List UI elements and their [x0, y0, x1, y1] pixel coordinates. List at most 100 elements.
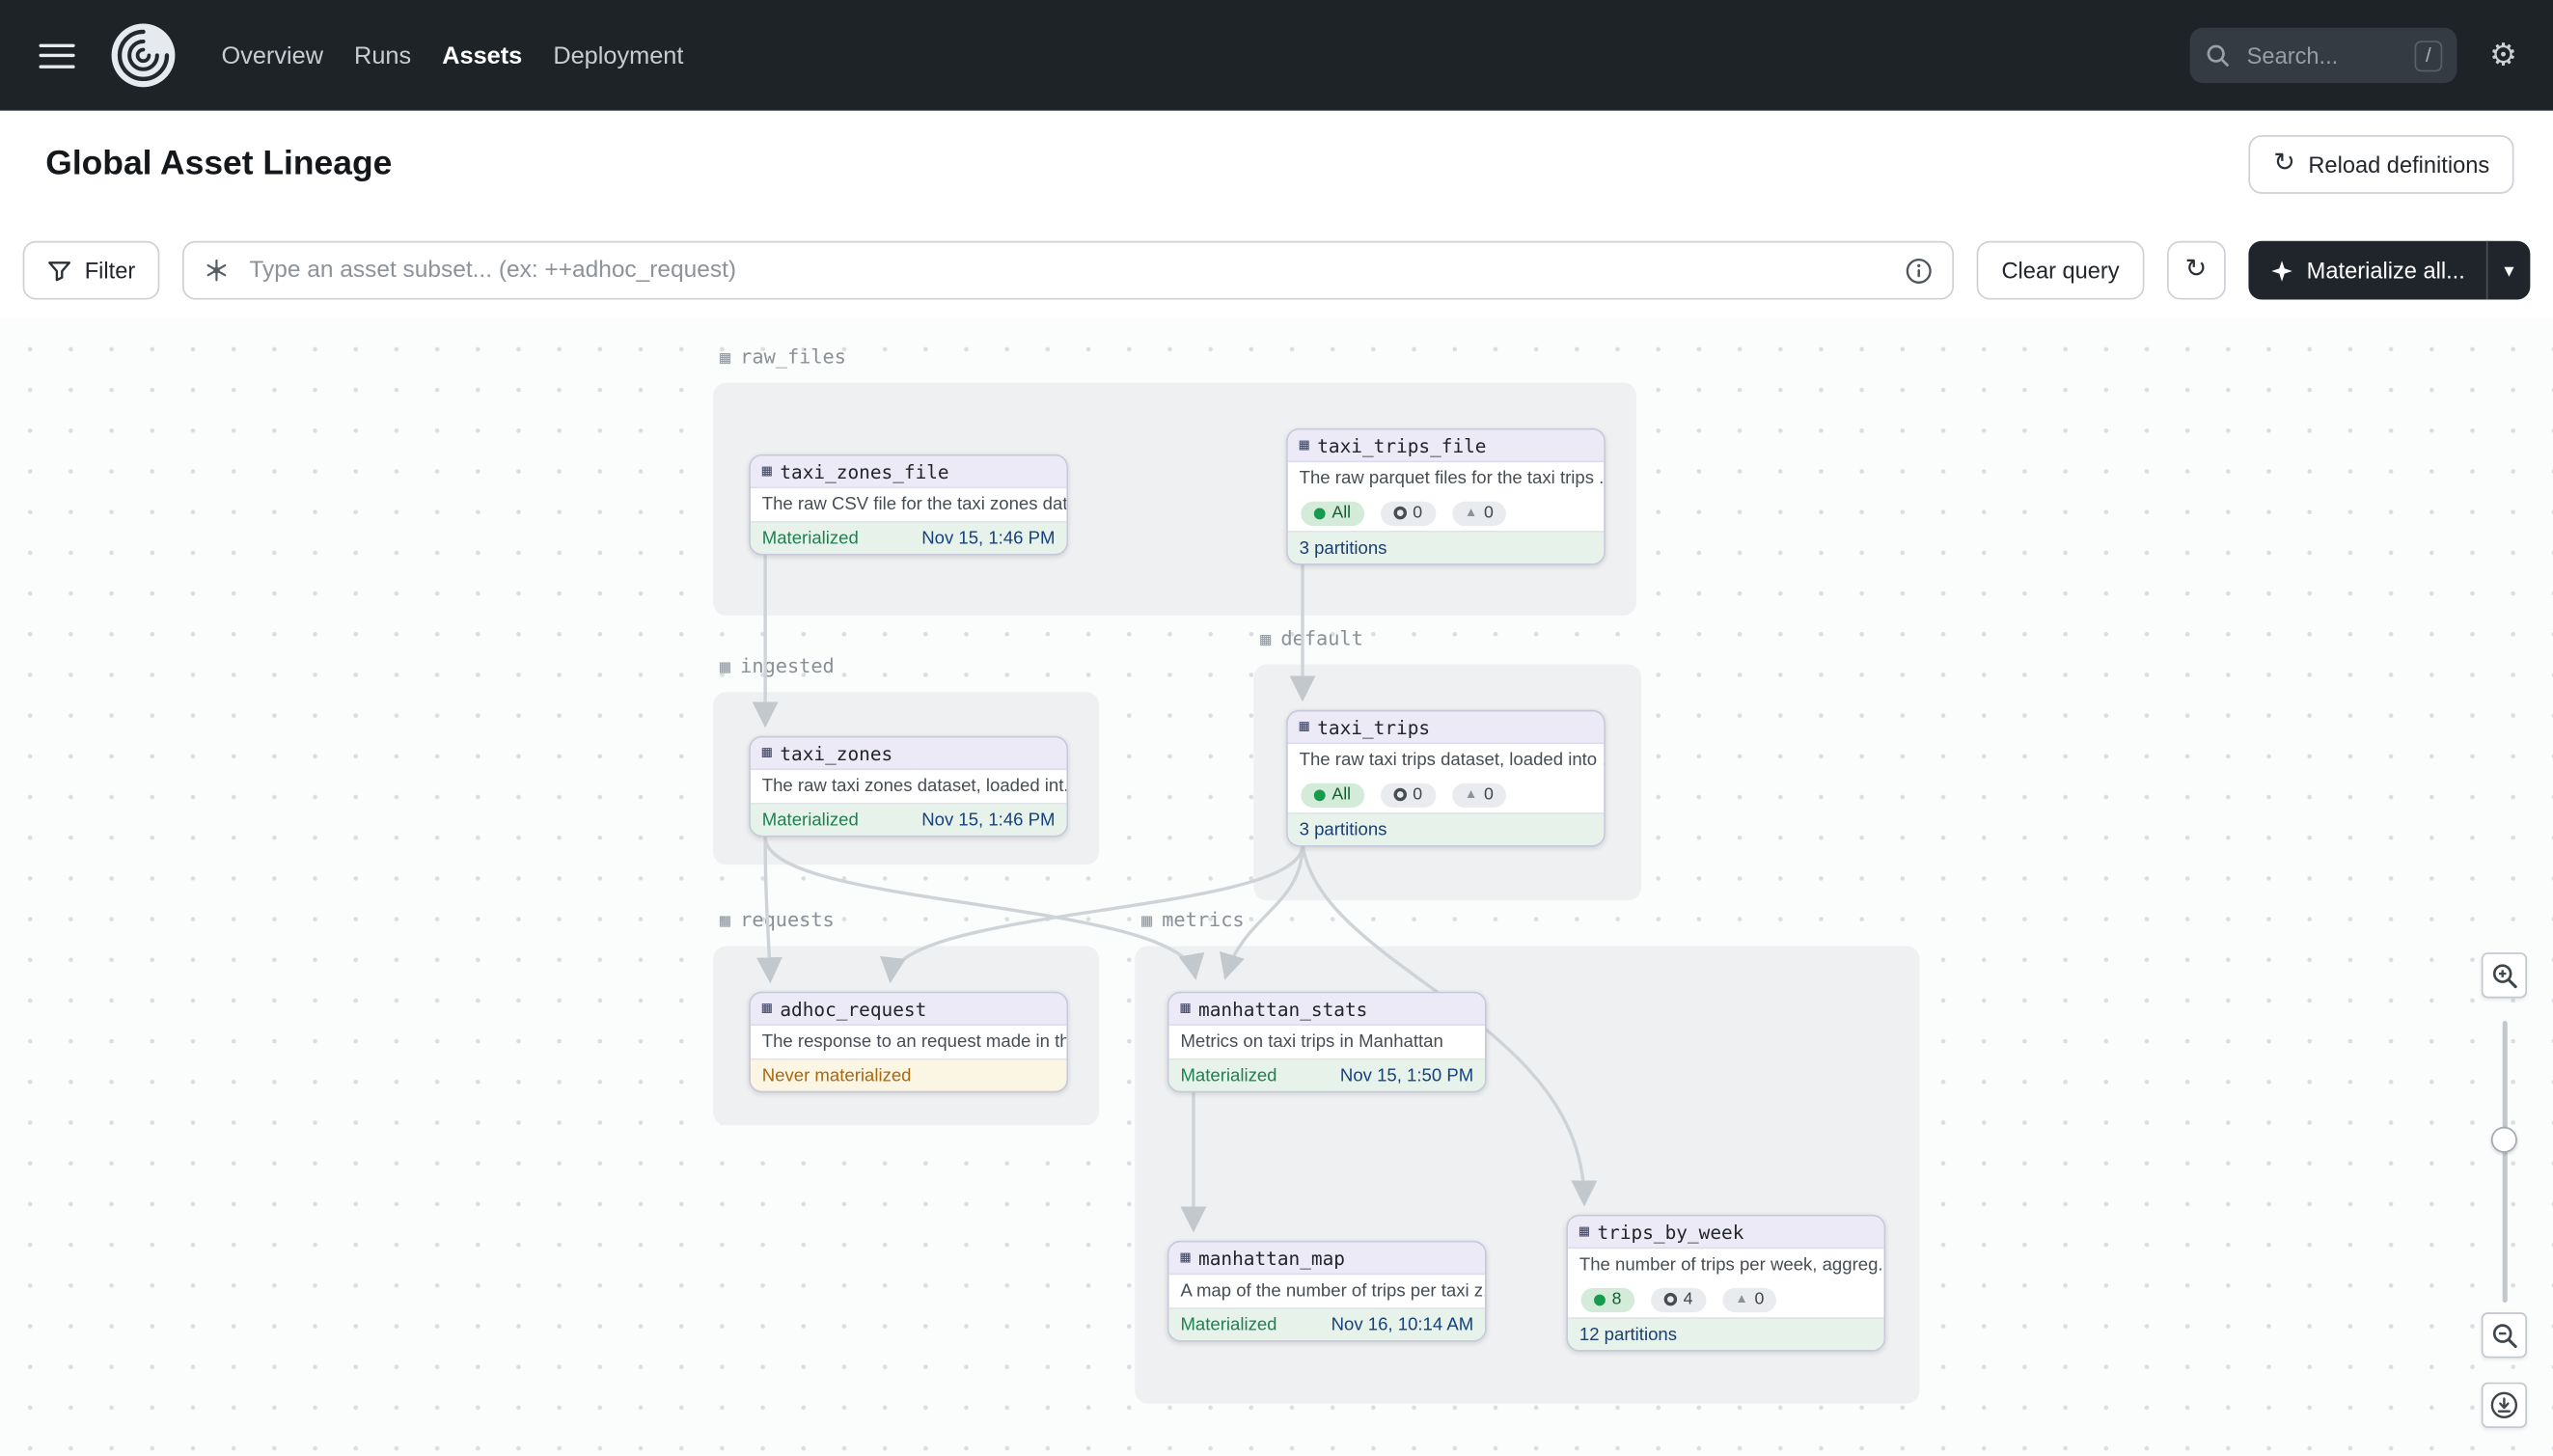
missing-triangle-icon: ▲	[1465, 507, 1477, 520]
asset-node-taxi-trips[interactable]: ▦ taxi_trips The raw taxi trips dataset,…	[1286, 710, 1606, 847]
asset-node-header: ▦ manhattan_stats	[1169, 993, 1485, 1026]
info-icon[interactable]	[1906, 257, 1934, 285]
failed-ring-icon	[1393, 507, 1407, 520]
asset-description: The raw taxi zones dataset, loaded int..…	[751, 770, 1066, 803]
clear-query-button[interactable]: Clear query	[1977, 241, 2144, 300]
failed-partitions-pill[interactable]: 0	[1380, 783, 1435, 807]
asset-description: The response to an request made in th...	[751, 1026, 1066, 1058]
zoom-slider[interactable]	[2482, 1021, 2527, 1303]
group-label-ingested: ▦ ingested	[720, 651, 835, 680]
group-name: metrics	[1162, 909, 1244, 932]
materialized-partitions-pill[interactable]: 8	[1581, 1287, 1634, 1311]
asset-node-header: ▦ taxi_zones_file	[751, 456, 1066, 489]
missing-partitions-pill[interactable]: ▲0	[1451, 501, 1506, 525]
asset-name: taxi_trips_file	[1317, 434, 1486, 457]
asset-status-footer: Never materialized	[751, 1058, 1066, 1091]
failed-ring-icon	[1393, 788, 1407, 802]
partitions-count: 3 partitions	[1300, 820, 1387, 839]
group-grid-icon: ▦	[720, 347, 730, 366]
settings-gear-icon[interactable]: ⚙	[2489, 40, 2517, 70]
never-materialized-status: Never materialized	[762, 1065, 912, 1085]
asset-description: The raw taxi trips dataset, loaded into …	[1288, 744, 1604, 777]
group-grid-icon: ▦	[1260, 629, 1271, 647]
materialized-status: Materialized	[762, 810, 859, 830]
asset-node-header: ▦ taxi_zones	[751, 737, 1066, 770]
page-title: Global Asset Lineage	[45, 145, 392, 184]
group-label-metrics: ▦ metrics	[1141, 905, 1245, 934]
nav-deployment[interactable]: Deployment	[553, 41, 683, 69]
menu-icon[interactable]	[40, 43, 75, 68]
asset-status-footer: Materialized Nov 16, 10:14 AM	[1169, 1307, 1485, 1340]
nav-left: Overview Runs Assets Deployment	[40, 23, 684, 89]
materialized-status: Materialized	[1180, 1065, 1276, 1085]
reload-definitions-label: Reload definitions	[2308, 151, 2489, 178]
table-icon: ▦	[1180, 1250, 1190, 1266]
missing-triangle-icon: ▲	[1465, 788, 1477, 802]
materialize-all-label: Materialize all...	[2307, 258, 2465, 284]
reload-icon: ↻	[2273, 151, 2295, 178]
asset-node-manhattan-map[interactable]: ▦ manhattan_map A map of the number of t…	[1167, 1241, 1487, 1342]
materialized-timestamp[interactable]: Nov 15, 1:50 PM	[1340, 1065, 1473, 1085]
asset-name: taxi_trips	[1317, 716, 1430, 739]
asset-status-footer: Materialized Nov 15, 1:46 PM	[751, 521, 1066, 554]
pill-value: 0	[1484, 503, 1494, 522]
zoom-slider-handle[interactable]	[2491, 1127, 2517, 1153]
asset-query-field[interactable]	[182, 241, 1954, 300]
materialized-timestamp[interactable]: Nov 16, 10:14 AM	[1331, 1315, 1474, 1334]
table-icon: ▦	[762, 1001, 772, 1017]
materialized-timestamp[interactable]: Nov 15, 1:46 PM	[921, 529, 1055, 548]
filter-button[interactable]: Filter	[23, 241, 160, 300]
asset-node-taxi-zones[interactable]: ▦ taxi_zones The raw taxi zones dataset,…	[749, 736, 1068, 838]
failed-partitions-pill[interactable]: 4	[1651, 1287, 1706, 1311]
zoom-out-button[interactable]	[2482, 1312, 2527, 1358]
asset-description: Metrics on taxi trips in Manhattan	[1169, 1026, 1485, 1058]
nav-overview[interactable]: Overview	[222, 41, 323, 69]
materialized-timestamp[interactable]: Nov 15, 1:46 PM	[921, 810, 1055, 830]
lineage-canvas[interactable]: ▦ raw_files ▦ ingested ▦ default ▦ reque…	[0, 319, 2553, 1456]
group-label-requests: ▦ requests	[720, 905, 835, 934]
search-icon	[2205, 42, 2231, 69]
asset-name: manhattan_stats	[1198, 998, 1367, 1021]
asset-node-trips-by-week[interactable]: ▦ trips_by_week The number of trips per …	[1566, 1215, 1885, 1352]
asset-status-footer: 12 partitions	[1568, 1317, 1883, 1350]
nav-runs[interactable]: Runs	[354, 41, 411, 69]
download-graph-button[interactable]	[2482, 1383, 2527, 1428]
materialize-all-button[interactable]: Materialize all... ▾	[2248, 241, 2530, 300]
asset-name: manhattan_map	[1198, 1247, 1345, 1270]
pill-value: 0	[1484, 784, 1494, 804]
partition-health-row: 8 4 ▲0	[1568, 1281, 1883, 1317]
asset-node-manhattan-stats[interactable]: ▦ manhattan_stats Metrics on taxi trips …	[1167, 992, 1487, 1093]
dagster-logo-icon	[111, 23, 177, 89]
refresh-button[interactable]: ↻	[2167, 241, 2226, 300]
global-search[interactable]: /	[2190, 28, 2457, 83]
zoom-in-icon	[2490, 961, 2518, 989]
asset-query-input[interactable]	[246, 256, 1889, 285]
reload-definitions-button[interactable]: ↻ Reload definitions	[2249, 135, 2514, 194]
missing-partitions-pill[interactable]: ▲0	[1451, 783, 1506, 807]
main-nav: Overview Runs Assets Deployment	[222, 41, 684, 69]
missing-triangle-icon: ▲	[1735, 1293, 1747, 1306]
dagster-logo[interactable]	[111, 23, 177, 89]
missing-partitions-pill[interactable]: ▲0	[1722, 1287, 1777, 1311]
lineage-toolbar: Filter Clear query ↻ Materialize all...	[23, 241, 2531, 300]
asset-status-footer: 3 partitions	[1288, 531, 1604, 563]
nav-assets[interactable]: Assets	[442, 41, 522, 69]
asset-name: adhoc_request	[780, 998, 926, 1021]
materialized-status: Materialized	[1180, 1315, 1276, 1334]
caret-down-icon[interactable]: ▾	[2487, 241, 2530, 300]
table-icon: ▦	[1180, 1001, 1190, 1017]
asset-node-adhoc-request[interactable]: ▦ adhoc_request The response to an reque…	[749, 992, 1068, 1093]
download-icon	[2489, 1390, 2518, 1419]
pill-value: 0	[1413, 784, 1422, 804]
search-input[interactable]	[2243, 41, 2402, 69]
pill-value: 0	[1413, 503, 1422, 522]
failed-partitions-pill[interactable]: 0	[1380, 501, 1435, 525]
asset-node-taxi-zones-file[interactable]: ▦ taxi_zones_file The raw CSV file for t…	[749, 454, 1068, 556]
asset-node-taxi-trips-file[interactable]: ▦ taxi_trips_file The raw parquet files …	[1286, 428, 1606, 565]
asset-node-header: ▦ taxi_trips_file	[1288, 430, 1604, 463]
zoom-in-button[interactable]	[2482, 952, 2527, 998]
materialized-partitions-pill[interactable]: All	[1301, 501, 1363, 525]
partition-health-row: All 0 ▲0	[1288, 495, 1604, 531]
materialized-partitions-pill[interactable]: All	[1301, 783, 1363, 807]
table-icon: ▦	[1579, 1223, 1589, 1240]
